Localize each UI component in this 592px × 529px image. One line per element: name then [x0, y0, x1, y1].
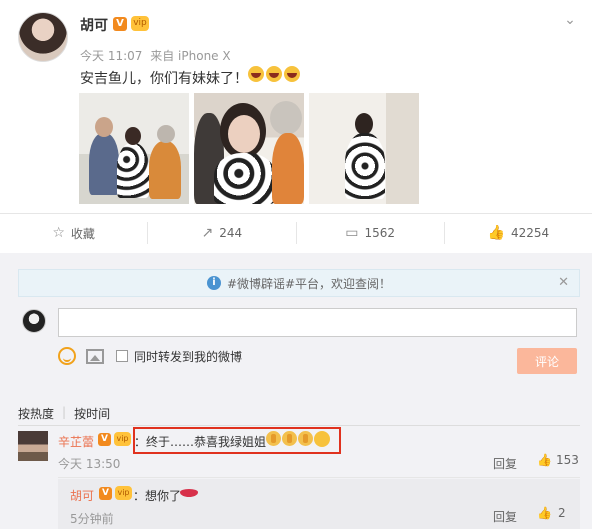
thumbs-up-emoji-icon [298, 431, 313, 446]
comment-button[interactable]: ▭ 1562 [295, 222, 444, 244]
smile-icon[interactable] [58, 347, 76, 365]
comment-like-count: 153 [555, 453, 579, 467]
sort-by-hot[interactable]: 按热度 [18, 405, 54, 422]
favorite-button[interactable]: ☆ 收藏 [0, 222, 147, 244]
repost-count: 244 [219, 226, 243, 240]
commenter-avatar[interactable] [18, 431, 48, 461]
family-photo-2[interactable] [194, 93, 304, 204]
my-avatar [22, 309, 46, 333]
share-icon: ↗ [201, 225, 214, 241]
post-time[interactable]: 今天 11:07 [80, 49, 142, 63]
info-icon: i [206, 276, 221, 290]
repost-button[interactable]: ↗ 244 [147, 222, 295, 244]
reply-author-name[interactable]: 胡可 [70, 487, 94, 504]
weibo-post: 胡可 V vip ⌄ 今天 11:07 来自 iPhone X 安吉鱼儿，你们有… [0, 0, 592, 213]
reply-button[interactable]: 回复 [493, 455, 517, 472]
comment-text: ：终于……恭喜我绿姐姐 [134, 435, 267, 449]
close-icon[interactable]: ✕ [558, 275, 569, 290]
comment-time: 今天 13:50 [58, 457, 121, 471]
like-button[interactable]: 👍 42254 [443, 222, 592, 244]
reply-like-button[interactable]: 👍 2 [537, 506, 566, 520]
comment-count: 1562 [364, 226, 396, 240]
reply-text: ：想你了 [133, 489, 182, 503]
image-icon[interactable] [86, 348, 104, 364]
thumbs-up-emoji-icon [282, 431, 297, 446]
thumbs-up-icon: 👍 [537, 453, 552, 467]
post-text: 安吉鱼儿，你们有妹妹了！ [80, 71, 248, 87]
post-emojis [248, 66, 300, 82]
reply-button[interactable]: 回复 [493, 508, 517, 525]
laughing-emoji-icon [284, 66, 300, 82]
chevron-down-icon[interactable]: ⌄ [560, 12, 580, 32]
verified-badge: V [113, 17, 127, 31]
comment-emojis [266, 431, 330, 447]
vip-badge: vip [131, 16, 149, 31]
favorite-label: 收藏 [70, 226, 95, 241]
laughing-emoji-icon [248, 66, 264, 82]
thumbs-up-icon: 👍 [537, 506, 552, 520]
submit-comment-button[interactable]: 评论 [517, 348, 577, 374]
wink-emoji-icon [314, 431, 330, 447]
comment-icon: ▭ [345, 225, 359, 241]
divider [18, 425, 580, 426]
repost-checkbox[interactable] [116, 350, 128, 362]
comment-area: i #微博辟谣#平台，欢迎查阅！ ✕ 同时转发到我的微博 评论 按热度 | 按时… [0, 253, 592, 529]
family-photo-3[interactable] [309, 93, 419, 204]
comment-input[interactable] [58, 308, 577, 337]
comment-tools: 同时转发到我的微博 [58, 347, 242, 365]
reply-like-count: 2 [557, 506, 566, 520]
vip-badge: vip [114, 432, 131, 446]
sort-by-time[interactable]: 按时间 [74, 405, 110, 422]
thumbs-up-emoji-icon [266, 431, 281, 446]
divider [58, 477, 580, 478]
repost-checkbox-label[interactable]: 同时转发到我的微博 [134, 348, 242, 365]
star-icon: ☆ [52, 225, 65, 241]
laughing-emoji-icon [266, 66, 282, 82]
post-meta: 今天 11:07 来自 iPhone X [80, 47, 235, 64]
author-name[interactable]: 胡可 [80, 15, 108, 35]
author-avatar[interactable] [18, 12, 68, 62]
sort-tabs: 按热度 | 按时间 [18, 405, 110, 422]
reply-time: 5分钟前 [70, 512, 114, 526]
vip-badge: vip [115, 486, 132, 500]
like-count: 42254 [511, 226, 550, 240]
rumor-notice[interactable]: i #微博辟谣#平台，欢迎查阅！ ✕ [18, 269, 580, 297]
notice-text[interactable]: #微博辟谣#平台，欢迎查阅！ [227, 275, 391, 292]
post-photos [79, 93, 419, 204]
post-source: 来自 iPhone X [150, 49, 231, 63]
action-bar: ☆ 收藏 ↗ 244 ▭ 1562 👍 42254 [0, 214, 592, 252]
verified-badge: V [98, 433, 111, 446]
comment-like-button[interactable]: 👍 153 [537, 453, 579, 467]
thumbs-up-icon: 👍 [487, 225, 505, 241]
family-photo-1[interactable] [79, 93, 189, 204]
commenter-name[interactable]: 辛芷蕾 [58, 433, 94, 450]
sort-separator: | [62, 405, 67, 419]
verified-badge: V [99, 487, 112, 500]
